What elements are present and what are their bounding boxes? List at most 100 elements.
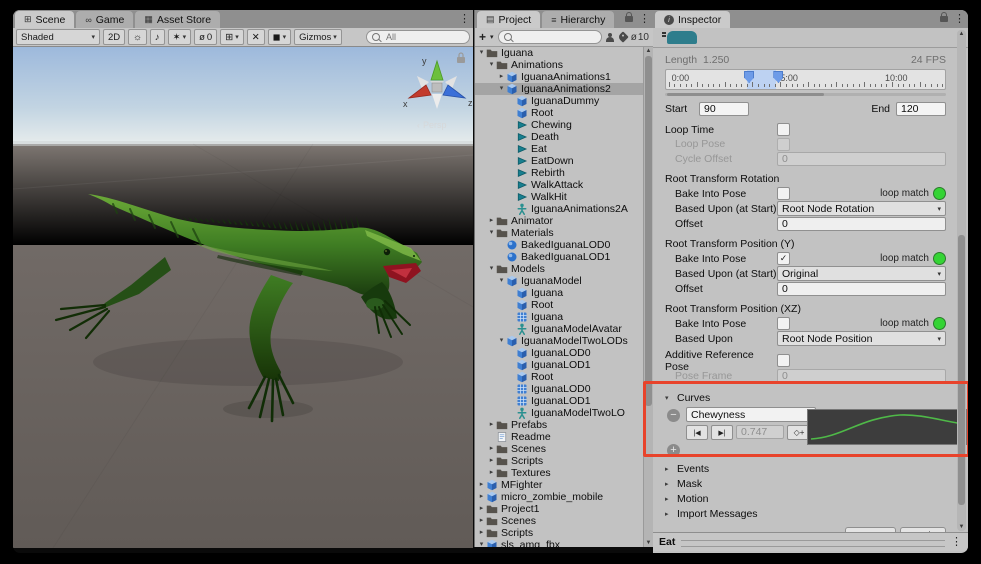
tab-project[interactable]: ▤ Project [477, 11, 540, 28]
grid-dropdown[interactable]: ⊞▾ [220, 29, 243, 45]
collapsed-arrow-icon[interactable]: ▸ [487, 443, 496, 455]
drag-handle[interactable] [681, 540, 945, 547]
end-field[interactable]: 120 [896, 102, 946, 116]
tree-item[interactable]: Iguana [475, 287, 644, 299]
hidden-count-toggle[interactable]: ø10 [631, 32, 649, 43]
tree-item[interactable]: ▾ sls_amg_fbx [475, 539, 644, 547]
tree-item[interactable]: ▸ Scripts [475, 527, 644, 539]
tree-item[interactable]: ▸ IguanaAnimations1 [475, 71, 644, 83]
clip-timeline-ruler[interactable]: 0:005:0010:00 [665, 69, 946, 90]
project-scroll-thumb[interactable] [645, 56, 652, 406]
inspector-lock-icon[interactable] [940, 16, 948, 22]
bake-into-pose-checkbox[interactable] [777, 187, 790, 200]
expanded-arrow-icon[interactable]: ▾ [477, 47, 486, 59]
tree-item[interactable]: IguanaLOD1 [475, 395, 644, 407]
lighting-toggle[interactable]: ☼ [128, 29, 147, 45]
tree-item[interactable]: IguanaModelTwoLO [475, 407, 644, 419]
tree-item[interactable]: ▸ Animator [475, 215, 644, 227]
tool-settings-button[interactable]: ✕ [247, 29, 265, 45]
camera-dropdown[interactable]: ◼▾ [268, 29, 291, 45]
shading-dropdown[interactable]: Shaded▾ [16, 29, 100, 45]
expanded-arrow-icon[interactable]: ▾ [477, 539, 486, 547]
collapsed-arrow-icon[interactable]: ▸ [477, 527, 486, 539]
tree-item[interactable]: ▾ Models [475, 263, 644, 275]
curves-foldout[interactable]: ▾ Curves [665, 390, 946, 405]
label-filter-icon[interactable] [617, 31, 628, 42]
foldout-import-messages[interactable]: ▸Import Messages [665, 506, 946, 521]
inspector-scroll-thumb[interactable] [958, 235, 965, 505]
tree-item[interactable]: Root [475, 371, 644, 383]
tab-inspector[interactable]: i Inspector [655, 11, 730, 28]
scene-viewport[interactable]: y x z ‹ Persp [13, 47, 473, 548]
tree-item[interactable]: EatDown [475, 155, 644, 167]
scroll-down-icon[interactable]: ▼ [644, 540, 653, 546]
collab-icon[interactable] [606, 33, 615, 42]
tree-item[interactable]: ▾ IguanaAnimations2 [475, 83, 644, 95]
loop-time-checkbox[interactable] [777, 123, 790, 136]
bake-into-pose-checkbox[interactable] [777, 317, 790, 330]
tree-item[interactable]: ▸ Scenes [475, 443, 644, 455]
based-upon-dropdown[interactable]: Root Node Rotation▾ [777, 201, 946, 216]
project-search[interactable] [498, 30, 602, 44]
collapsed-arrow-icon[interactable]: ▸ [477, 503, 486, 515]
inspector-menu-icon[interactable]: ⋮ [954, 12, 965, 26]
collapsed-arrow-icon[interactable]: ▸ [487, 455, 496, 467]
clip-menu-icon[interactable]: ⋮ [951, 535, 962, 549]
tree-item[interactable]: Iguana [475, 311, 644, 323]
timeline-hscroll[interactable] [665, 93, 946, 96]
project-search-input[interactable] [515, 31, 596, 43]
bake-into-pose-checkbox[interactable]: ✓ [777, 252, 790, 265]
curve-name-field[interactable]: Chewyness [686, 407, 816, 422]
based-upon-dropdown[interactable]: Root Node Position▾ [777, 331, 946, 346]
offset-field[interactable]: 0 [777, 282, 946, 296]
scene-search[interactable] [366, 30, 470, 44]
tree-item[interactable]: ▾ IguanaModel [475, 275, 644, 287]
tree-item[interactable]: BakedIguanaLOD1 [475, 251, 644, 263]
tree-item[interactable]: Death [475, 131, 644, 143]
additive-reference-pose-checkbox[interactable] [777, 354, 790, 367]
ins-scroll-down-icon[interactable]: ▼ [957, 524, 966, 530]
tree-item[interactable]: ▸ Prefabs [475, 419, 644, 431]
collapsed-arrow-icon[interactable]: ▸ [477, 491, 486, 503]
remove-curve-button[interactable]: − [667, 409, 680, 422]
curve-preview[interactable] [807, 409, 967, 445]
add-curve-button[interactable]: + [667, 444, 680, 457]
scroll-up-icon[interactable]: ▲ [644, 48, 653, 54]
tree-item[interactable]: Readme [475, 431, 644, 443]
tree-item[interactable]: IguanaModelAvatar [475, 323, 644, 335]
foldout-motion[interactable]: ▸Motion [665, 491, 946, 506]
expanded-arrow-icon[interactable]: ▾ [497, 275, 506, 287]
next-key-button[interactable]: ▶| [711, 425, 733, 440]
collapsed-arrow-icon[interactable]: ▸ [477, 515, 486, 527]
effects-dropdown[interactable]: ✶▾ [168, 29, 191, 45]
tree-item[interactable]: Root [475, 107, 644, 119]
collapsed-arrow-icon[interactable]: ▸ [497, 71, 506, 83]
tree-item[interactable]: ▸ Project1 [475, 503, 644, 515]
tree-item[interactable]: IguanaLOD1 [475, 359, 644, 371]
tree-item[interactable]: IguanaLOD0 [475, 383, 644, 395]
tree-item[interactable]: IguanaLOD0 [475, 347, 644, 359]
tree-item[interactable]: WalkHit [475, 191, 644, 203]
tree-item[interactable]: ▾ Materials [475, 227, 644, 239]
tree-item[interactable]: ▾ Animations [475, 59, 644, 71]
tree-item[interactable]: ▸ Scenes [475, 515, 644, 527]
project-menu-icon[interactable]: ⋮ [639, 12, 650, 26]
clip-selector-bar[interactable]: Eat ⋮ [653, 532, 968, 551]
tree-item[interactable]: ▸ micro_zombie_mobile [475, 491, 644, 503]
tree-item[interactable]: Eat [475, 143, 644, 155]
ins-scroll-up-icon[interactable]: ▲ [957, 31, 966, 37]
collapsed-arrow-icon[interactable]: ▸ [487, 467, 496, 479]
tree-item[interactable]: IguanaAnimations2A [475, 203, 644, 215]
foldout-events[interactable]: ▸Events [665, 461, 946, 476]
tab-hierarchy[interactable]: ≡ Hierarchy [542, 11, 614, 28]
scene-menu-icon[interactable]: ⋮ [459, 12, 470, 26]
expanded-arrow-icon[interactable]: ▾ [487, 59, 496, 71]
tree-item[interactable]: IguanaDummy [475, 95, 644, 107]
tree-item[interactable]: Chewing [475, 119, 644, 131]
collapsed-arrow-icon[interactable]: ▸ [487, 419, 496, 431]
offset-field[interactable]: 0 [777, 217, 946, 231]
tree-item[interactable]: BakedIguanaLOD0 [475, 239, 644, 251]
collapsed-arrow-icon[interactable]: ▸ [477, 479, 486, 491]
expanded-arrow-icon[interactable]: ▾ [487, 227, 496, 239]
start-field[interactable]: 90 [699, 102, 749, 116]
